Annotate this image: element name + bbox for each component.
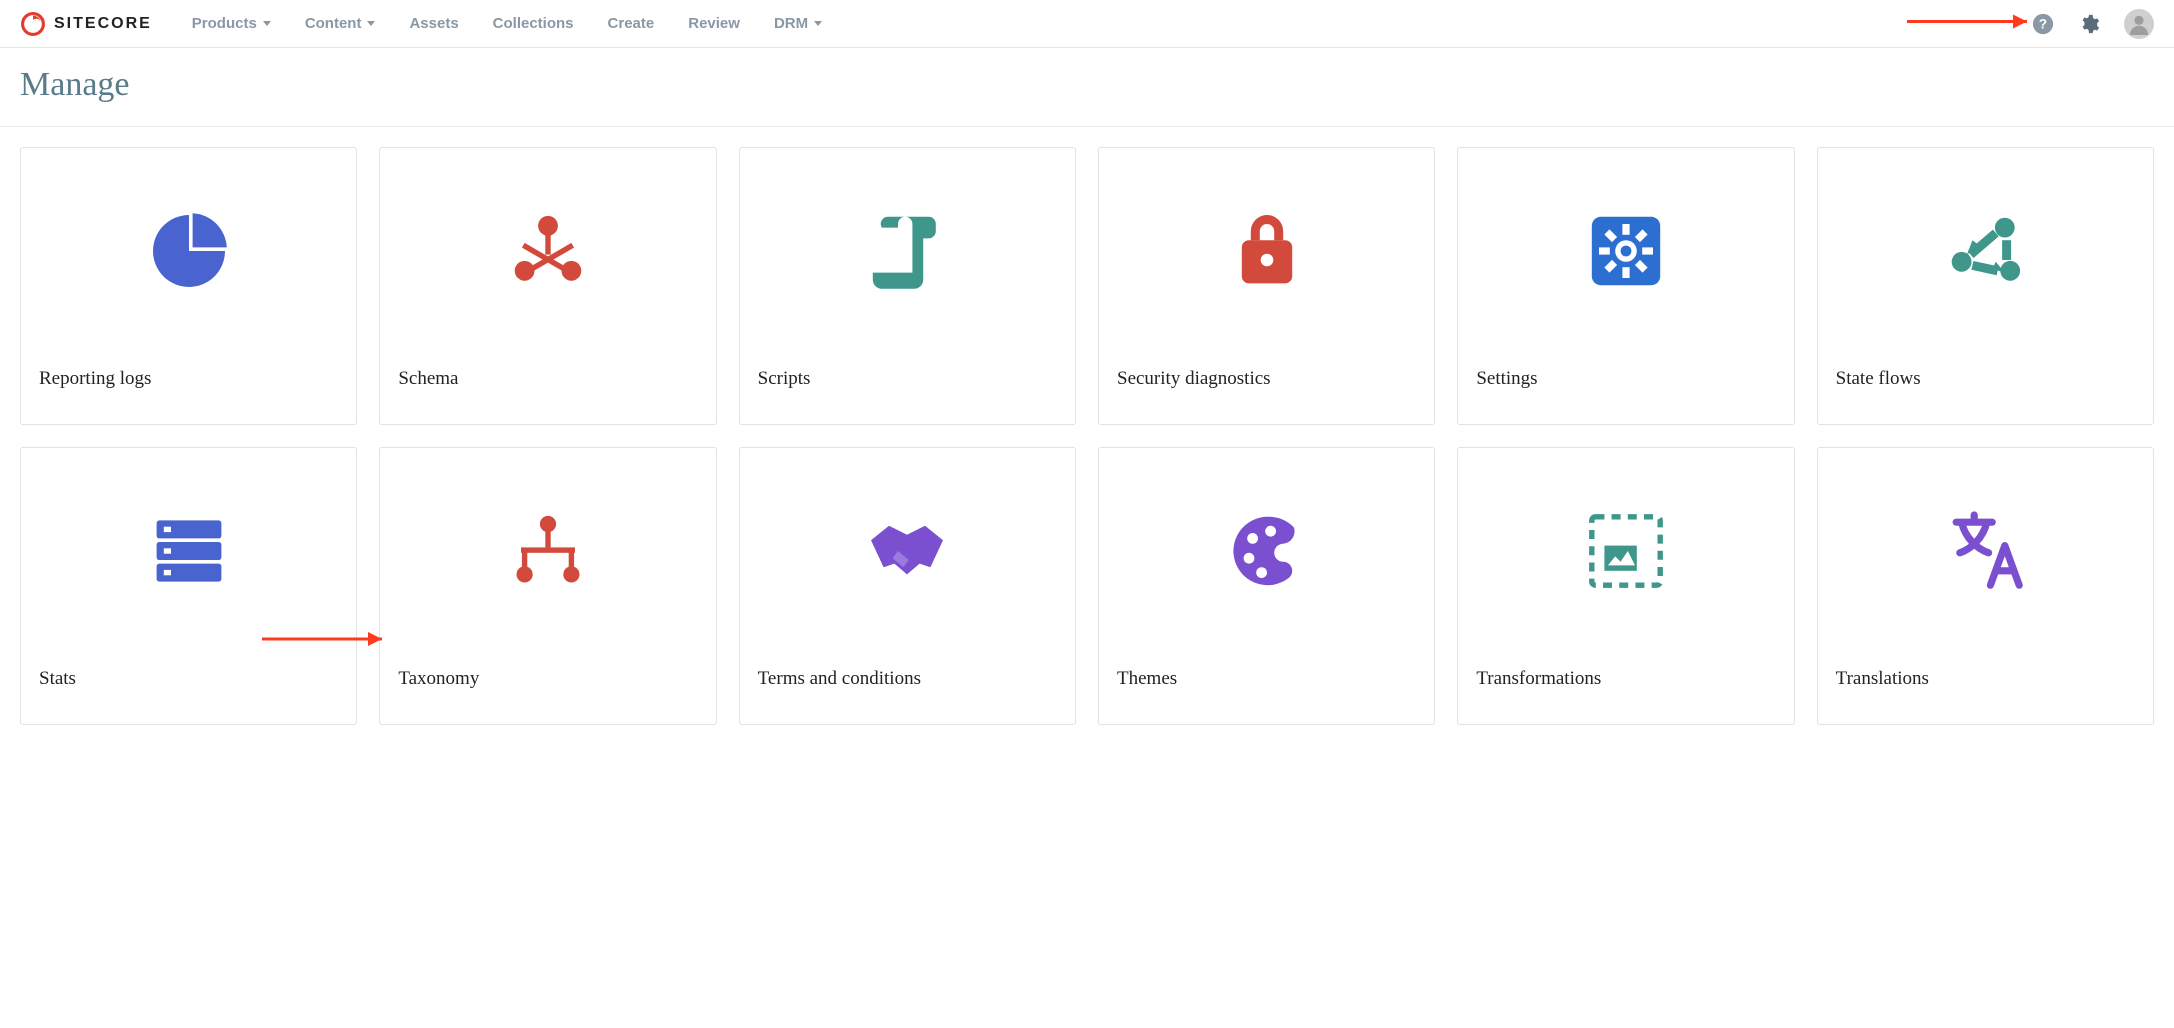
caret-down-icon: [814, 21, 822, 26]
nav-label: Assets: [409, 15, 458, 32]
card-label: State flows: [1818, 354, 1939, 408]
caret-down-icon: [367, 21, 375, 26]
nav-products[interactable]: Products: [192, 15, 271, 32]
card-settings[interactable]: Settings: [1457, 147, 1794, 425]
card-stats[interactable]: Stats: [20, 447, 357, 725]
card-state-flows[interactable]: State flows: [1817, 147, 2154, 425]
nav-items: Products Content Assets Collections Crea…: [192, 15, 822, 32]
card-terms-and-conditions[interactable]: Terms and conditions: [739, 447, 1076, 725]
gear-box-icon: [1458, 148, 1793, 354]
lock-icon: [1099, 148, 1434, 354]
svg-text:?: ?: [2039, 16, 2047, 31]
sitecore-logo-icon: [20, 11, 46, 37]
pie-chart-icon: [21, 148, 356, 354]
nav-review[interactable]: Review: [688, 15, 740, 32]
card-label: Terms and conditions: [740, 654, 939, 708]
card-transformations[interactable]: Transformations: [1457, 447, 1794, 725]
nav-create[interactable]: Create: [608, 15, 655, 32]
server-icon: [21, 448, 356, 654]
nav-right: ?: [2032, 9, 2154, 39]
caret-down-icon: [263, 21, 271, 26]
nav-label: Products: [192, 15, 257, 32]
card-translations[interactable]: Translations: [1817, 447, 2154, 725]
brand-logo[interactable]: SITECORE: [20, 11, 152, 37]
cycle-icon: [1818, 148, 2153, 354]
card-label: Themes: [1099, 654, 1195, 708]
card-label: Translations: [1818, 654, 1947, 708]
card-label: Scripts: [740, 354, 829, 408]
nav-label: Create: [608, 15, 655, 32]
annotation-arrow-icon: [1904, 12, 2044, 35]
card-label: Reporting logs: [21, 354, 169, 408]
page-title: Manage: [20, 66, 2154, 104]
card-themes[interactable]: Themes: [1098, 447, 1435, 725]
page-title-bar: Manage: [0, 48, 2174, 127]
image-frame-icon: [1458, 448, 1793, 654]
card-reporting-logs[interactable]: Reporting logs: [20, 147, 357, 425]
brand-text: SITECORE: [54, 15, 152, 33]
card-label: Transformations: [1458, 654, 1619, 708]
translate-icon: [1818, 448, 2153, 654]
nav-label: Content: [305, 15, 362, 32]
palette-icon: [1099, 448, 1434, 654]
nav-collections[interactable]: Collections: [493, 15, 574, 32]
user-avatar[interactable]: [2124, 9, 2154, 39]
nav-content[interactable]: Content: [305, 15, 376, 32]
card-label: Schema: [380, 354, 476, 408]
settings-button[interactable]: [2078, 13, 2100, 35]
nav-label: Review: [688, 15, 740, 32]
card-security-diagnostics[interactable]: Security diagnostics: [1098, 147, 1435, 425]
card-label: Taxonomy: [380, 654, 497, 708]
card-label: Stats: [21, 654, 94, 708]
card-scripts[interactable]: Scripts: [739, 147, 1076, 425]
user-icon: [2128, 13, 2150, 35]
card-taxonomy[interactable]: Taxonomy: [379, 447, 716, 725]
top-nav: SITECORE Products Content Assets Collect…: [0, 0, 2174, 48]
hierarchy-icon: [380, 448, 715, 654]
nav-assets[interactable]: Assets: [409, 15, 458, 32]
scroll-icon: [740, 148, 1075, 354]
help-icon: ?: [2032, 13, 2054, 35]
card-label: Settings: [1458, 354, 1555, 408]
card-grid: Reporting logs Schema Scripts Security d…: [0, 127, 2174, 745]
nav-label: Collections: [493, 15, 574, 32]
gear-icon: [2078, 13, 2100, 35]
handshake-icon: [740, 448, 1075, 654]
nav-drm[interactable]: DRM: [774, 15, 822, 32]
molecule-icon: [380, 148, 715, 354]
card-label: Security diagnostics: [1099, 354, 1289, 408]
nav-label: DRM: [774, 15, 808, 32]
help-button[interactable]: ?: [2032, 13, 2054, 35]
card-schema[interactable]: Schema: [379, 147, 716, 425]
